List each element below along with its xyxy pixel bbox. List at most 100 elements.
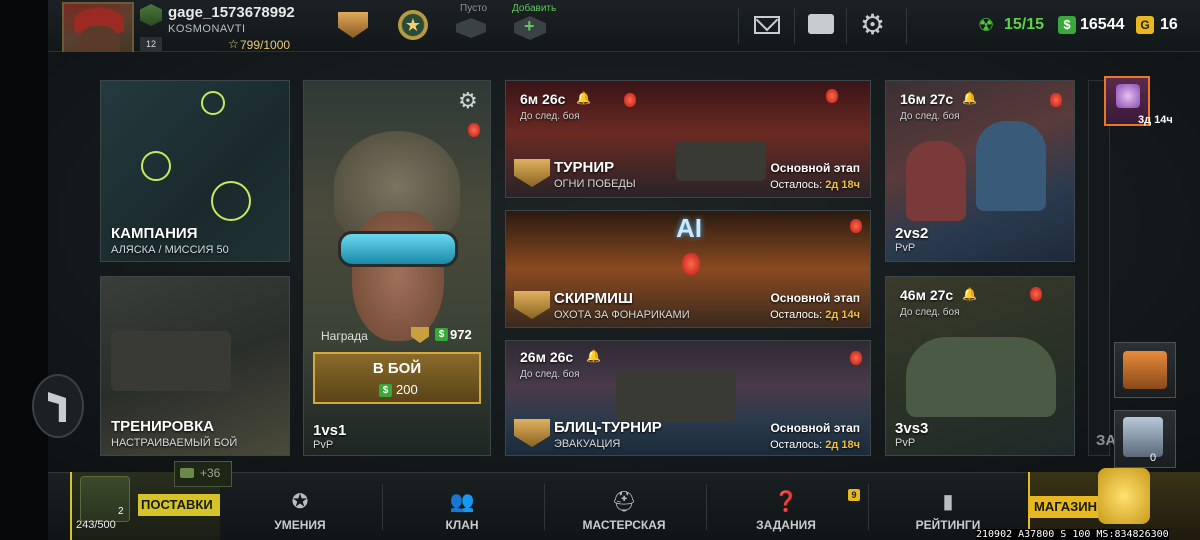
steel-crate-button[interactable]: [1114, 410, 1176, 468]
bar-chart-icon: ▮: [942, 490, 954, 513]
campaign-card[interactable]: КАМПАНИЯ АЛЯСКА / МИССИЯ 50: [100, 80, 290, 262]
supplies-label: ПОСТАВКИ: [141, 497, 213, 512]
battle-cost: 200: [396, 382, 418, 397]
supplies-bonus-icon: [180, 468, 194, 478]
bell-icon[interactable]: 🔔: [962, 91, 977, 105]
tournament-timer: 6м 26с: [520, 91, 566, 107]
add-slot-label: Добавить: [512, 3, 557, 14]
pvp-2v2-card[interactable]: 16м 27с 🔔 До след. боя 2vs2 PvP: [885, 80, 1075, 262]
nav-divider: [382, 484, 383, 530]
shop-label: МАГАЗИН: [1034, 499, 1098, 514]
pvp-3v3-timer: 46м 27с: [900, 287, 954, 303]
blitz-timer: 26м 26с: [520, 349, 574, 365]
remaining-label: Осталось:: [770, 309, 823, 321]
remaining-value: 2д 18ч: [825, 439, 860, 451]
training-card[interactable]: ТРЕНИРОВКА НАСТРАИВАЕМЫЙ БОЙ: [100, 276, 290, 456]
blitz-tournament-card[interactable]: 26м 26с 🔔 До след. боя БЛИЦ-ТУРНИР ЭВАКУ…: [505, 340, 871, 456]
menu-glyph-icon: [48, 392, 66, 422]
soldiers-image: [906, 337, 1056, 417]
skirmish-banner: AI: [676, 213, 702, 243]
armored-vehicle-image: [111, 331, 231, 391]
map-node-icon: [141, 151, 171, 181]
pvp-2v2-timer-label: До след. боя: [900, 111, 960, 122]
blitz-timer-label: До след. боя: [520, 369, 580, 380]
next-card-edge[interactable]: [1088, 80, 1110, 456]
remaining-label: Осталось:: [770, 439, 823, 451]
gold-value[interactable]: 16: [1160, 16, 1178, 34]
bell-icon[interactable]: 🔔: [962, 287, 977, 301]
steel-crate-count: 0: [1150, 452, 1157, 464]
skirmish-remaining: Осталось: 2д 14ч: [770, 309, 860, 321]
star-medal-icon[interactable]: ★: [396, 8, 430, 42]
chat-icon[interactable]: [808, 14, 834, 34]
cash-value[interactable]: 16544: [1080, 16, 1125, 34]
blitz-subtitle: ЭВАКУАЦИЯ: [554, 438, 621, 450]
map-node-icon: [201, 91, 225, 115]
cash-icon: $: [1058, 16, 1076, 34]
skirmish-stage: Основной этап: [770, 291, 860, 305]
empty-slot-label: Пусто: [460, 3, 488, 14]
lantern-icon: [1030, 287, 1042, 301]
bell-icon[interactable]: 🔔: [576, 91, 591, 105]
reward-value: 972: [450, 327, 472, 342]
plus-icon: +: [524, 16, 535, 36]
tournament-title: ТУРНИР: [554, 159, 615, 176]
blitz-chevron-icon: [514, 419, 550, 447]
nav-clan-label: КЛАН: [445, 518, 479, 532]
nav-quests[interactable]: ❓ ЗАДАНИЯ: [726, 472, 846, 540]
pvp-3v3-title: 3vs3: [895, 420, 929, 437]
remaining-label: Осталось:: [770, 179, 823, 191]
remaining-value: 2д 14ч: [825, 309, 860, 321]
nav-divider: [544, 484, 545, 530]
tournament-subtitle: ОГНИ ПОБЕДЫ: [554, 178, 636, 190]
skirmish-chevron-icon: [514, 291, 550, 319]
divider: [794, 8, 795, 44]
lantern-icon: [826, 89, 838, 103]
supplies-count: 243/500: [76, 519, 116, 531]
nav-workshop-label: МАСТЕРСКАЯ: [582, 518, 666, 532]
map-node-icon: [211, 181, 251, 221]
steel-crate-icon: [1123, 417, 1163, 457]
battle-settings-gear-icon[interactable]: ⚙: [458, 88, 478, 114]
pvp-3v3-card[interactable]: 46м 27с 🔔 До след. боя 3vs3 PvP: [885, 276, 1075, 456]
campaign-subtitle: АЛЯСКА / МИССИЯ 50: [111, 244, 229, 256]
lantern-icon: [1050, 93, 1062, 107]
nav-quests-label: ЗАДАНИЯ: [756, 518, 816, 532]
tournament-stage: Основной этап: [770, 161, 860, 175]
nav-skills-label: УМЕНИЯ: [274, 518, 326, 532]
remaining-value: 2д 18ч: [825, 179, 860, 191]
rank-chevron-icon[interactable]: [336, 8, 370, 42]
mail-icon[interactable]: [754, 16, 780, 34]
pvp-3v3-timer-label: До след. боя: [900, 307, 960, 318]
side-menu-button[interactable]: [32, 374, 84, 438]
energy-value: 15/15: [1004, 16, 1045, 33]
to-battle-label: В БОЙ: [372, 360, 422, 377]
battle-cost-cash-icon: $: [379, 384, 392, 397]
nav-divider: [868, 484, 869, 530]
skirmish-card[interactable]: AI СКИРМИШ ОХОТА ЗА ФОНАРИКАМИ Основной …: [505, 210, 871, 328]
player-level: 12: [140, 37, 162, 51]
left-screen-edge: [0, 0, 48, 540]
lantern-icon: [682, 253, 700, 275]
settings-gear-icon[interactable]: ⚙: [860, 10, 885, 40]
divider: [906, 8, 907, 44]
tournament-card[interactable]: 6м 26с 🔔 До след. боя ТУРНИР ОГНИ ПОБЕДЫ…: [505, 80, 871, 198]
to-battle-button[interactable]: В БОЙ $ 200: [313, 352, 481, 404]
people-icon: 👥: [449, 490, 475, 513]
mech-image: [976, 121, 1046, 211]
bell-icon[interactable]: 🔔: [586, 349, 601, 363]
tournament-chevron-icon: [514, 159, 550, 187]
energy-icon: ☢: [978, 15, 995, 35]
pvp-3v3-subtitle: PvP: [895, 437, 916, 449]
orange-crate-button[interactable]: [1114, 342, 1176, 398]
skirmish-subtitle: ОХОТА ЗА ФОНАРИКАМИ: [554, 309, 690, 321]
nav-clan[interactable]: 👥 КЛАН: [402, 472, 522, 540]
lantern-icon: [850, 351, 862, 365]
supplies-bonus-value: +36: [200, 466, 221, 480]
pvp-1v1-subtitle: PvP: [313, 439, 334, 451]
nav-workshop[interactable]: ⛑ МАСТЕРСКАЯ: [564, 472, 684, 540]
reward-label: Награда: [321, 329, 368, 343]
debug-overlay-text: 210902 A37800 S 100 MS:834826300: [976, 529, 1169, 540]
nav-skills[interactable]: ✪ УМЕНИЯ: [240, 472, 360, 540]
pvp-2v2-timer: 16м 27с: [900, 91, 954, 107]
